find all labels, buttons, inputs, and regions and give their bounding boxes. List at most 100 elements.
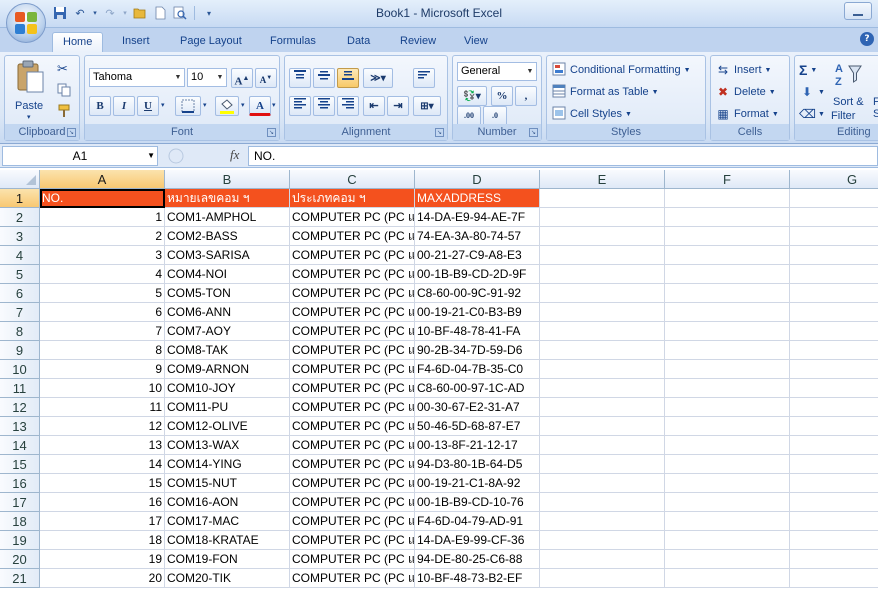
empty-cell[interactable] xyxy=(540,379,665,398)
table-cell[interactable]: 14-DA-E9-99-CF-36 xyxy=(415,531,540,550)
row-header-17[interactable]: 17 xyxy=(0,493,40,512)
table-cell[interactable]: COMPUTER PC (PC แ xyxy=(290,493,415,512)
header-cell[interactable]: MAXADDRESS xyxy=(415,189,540,208)
table-cell[interactable]: 7 xyxy=(40,322,165,341)
table-cell[interactable]: COM14-YING xyxy=(165,455,290,474)
empty-cell[interactable] xyxy=(665,379,790,398)
column-header-d[interactable]: D xyxy=(415,170,540,189)
table-cell[interactable]: COMPUTER PC (PC แ xyxy=(290,227,415,246)
table-cell[interactable]: 14 xyxy=(40,455,165,474)
table-cell[interactable]: 90-2B-34-7D-59-D6 xyxy=(415,341,540,360)
column-header-e[interactable]: E xyxy=(540,170,665,189)
format-as-table-button[interactable]: Format as Table ▼ xyxy=(551,82,659,102)
table-cell[interactable]: 00-19-21-C0-B3-B9 xyxy=(415,303,540,322)
table-cell[interactable]: 9 xyxy=(40,360,165,379)
fill-color-dropdown-icon[interactable]: ▾ xyxy=(241,101,245,109)
empty-cell[interactable] xyxy=(665,341,790,360)
empty-cell[interactable] xyxy=(540,189,665,208)
table-cell[interactable]: COM18-KRATAE xyxy=(165,531,290,550)
table-cell[interactable]: 5 xyxy=(40,284,165,303)
table-cell[interactable]: 18 xyxy=(40,531,165,550)
table-cell[interactable]: COMPUTER PC (PC แ xyxy=(290,284,415,303)
row-header-5[interactable]: 5 xyxy=(0,265,40,284)
table-cell[interactable]: 00-13-8F-21-12-17 xyxy=(415,436,540,455)
empty-cell[interactable] xyxy=(665,474,790,493)
table-cell[interactable]: COM12-OLIVE xyxy=(165,417,290,436)
increase-indent-button[interactable]: ⇥ xyxy=(387,96,409,116)
table-cell[interactable]: COM11-PU xyxy=(165,398,290,417)
column-header-a[interactable]: A xyxy=(40,170,165,189)
table-cell[interactable]: 4 xyxy=(40,265,165,284)
table-cell[interactable]: COM8-TAK xyxy=(165,341,290,360)
empty-cell[interactable] xyxy=(790,436,878,455)
table-cell[interactable]: COM16-AON xyxy=(165,493,290,512)
table-cell[interactable]: 6 xyxy=(40,303,165,322)
fill-color-button[interactable] xyxy=(215,96,239,116)
empty-cell[interactable] xyxy=(665,246,790,265)
empty-cell[interactable] xyxy=(540,398,665,417)
borders-dropdown-icon[interactable]: ▾ xyxy=(203,101,207,109)
table-cell[interactable]: 10 xyxy=(40,379,165,398)
table-cell[interactable]: COMPUTER PC (PC แ xyxy=(290,322,415,341)
empty-cell[interactable] xyxy=(665,436,790,455)
table-cell[interactable]: 50-46-5D-68-87-E7 xyxy=(415,417,540,436)
empty-cell[interactable] xyxy=(540,284,665,303)
empty-cell[interactable] xyxy=(790,379,878,398)
font-size-combo[interactable]: 10 ▼ xyxy=(187,68,227,87)
empty-cell[interactable] xyxy=(790,227,878,246)
table-cell[interactable]: COM2-BASS xyxy=(165,227,290,246)
table-cell[interactable]: COM15-NUT xyxy=(165,474,290,493)
empty-cell[interactable] xyxy=(665,208,790,227)
empty-cell[interactable] xyxy=(665,360,790,379)
table-cell[interactable]: 16 xyxy=(40,493,165,512)
font-color-button[interactable]: A xyxy=(249,96,271,116)
empty-cell[interactable] xyxy=(790,246,878,265)
number-launcher-icon[interactable]: ↘ xyxy=(529,128,538,137)
align-center-button[interactable] xyxy=(313,96,335,116)
table-cell[interactable]: 00-1B-B9-CD-10-76 xyxy=(415,493,540,512)
table-cell[interactable]: COMPUTER PC (PC แ xyxy=(290,474,415,493)
table-cell[interactable]: F4-6D-04-79-AD-91 xyxy=(415,512,540,531)
conditional-formatting-button[interactable]: Conditional Formatting ▼ xyxy=(551,60,691,80)
empty-cell[interactable] xyxy=(790,284,878,303)
table-cell[interactable]: COM10-JOY xyxy=(165,379,290,398)
row-header-18[interactable]: 18 xyxy=(0,512,40,531)
table-cell[interactable]: 00-1B-B9-CD-2D-9F xyxy=(415,265,540,284)
empty-cell[interactable] xyxy=(540,341,665,360)
table-cell[interactable]: COM1-AMPHOL xyxy=(165,208,290,227)
table-cell[interactable]: COMPUTER PC (PC แ xyxy=(290,436,415,455)
select-all-button[interactable] xyxy=(0,170,40,189)
table-cell[interactable]: COMPUTER PC (PC แ xyxy=(290,550,415,569)
row-header-7[interactable]: 7 xyxy=(0,303,40,322)
table-cell[interactable]: COM17-MAC xyxy=(165,512,290,531)
align-bottom-button[interactable] xyxy=(337,68,359,88)
autosum-button[interactable]: Σ ▼ xyxy=(799,60,817,80)
empty-cell[interactable] xyxy=(540,417,665,436)
empty-cell[interactable] xyxy=(665,284,790,303)
empty-cell[interactable] xyxy=(665,569,790,588)
delete-cells-button[interactable]: ✖ Delete ▼ xyxy=(715,82,776,102)
minimize-button[interactable] xyxy=(844,2,872,20)
worksheet-grid[interactable]: A B C D E F G 1 NO. หมายเลขคอม ฯประเภทคอม ฯ MAXADD… xyxy=(0,170,878,614)
table-cell[interactable]: 13 xyxy=(40,436,165,455)
tab-insert[interactable]: Insert xyxy=(120,32,152,52)
table-cell[interactable]: COM6-ANN xyxy=(165,303,290,322)
row-header-13[interactable]: 13 xyxy=(0,417,40,436)
tab-review[interactable]: Review xyxy=(398,32,438,52)
tab-view[interactable]: View xyxy=(462,32,490,52)
row-header-14[interactable]: 14 xyxy=(0,436,40,455)
empty-cell[interactable] xyxy=(540,455,665,474)
sort-filter-button[interactable]: A Z Sort & Filter xyxy=(831,60,871,124)
empty-cell[interactable] xyxy=(790,550,878,569)
table-cell[interactable]: 11 xyxy=(40,398,165,417)
table-cell[interactable]: 1 xyxy=(40,208,165,227)
insert-function-button[interactable]: fx xyxy=(230,147,239,163)
table-cell[interactable]: COMPUTER PC (PC แ xyxy=(290,379,415,398)
table-cell[interactable]: 3 xyxy=(40,246,165,265)
empty-cell[interactable] xyxy=(790,208,878,227)
empty-cell[interactable] xyxy=(540,227,665,246)
column-header-g[interactable]: G xyxy=(790,170,878,189)
shrink-font-button[interactable]: A▼ xyxy=(255,68,277,88)
align-left-button[interactable] xyxy=(289,96,311,116)
format-cells-button[interactable]: ▦ Format ▼ xyxy=(715,104,778,124)
